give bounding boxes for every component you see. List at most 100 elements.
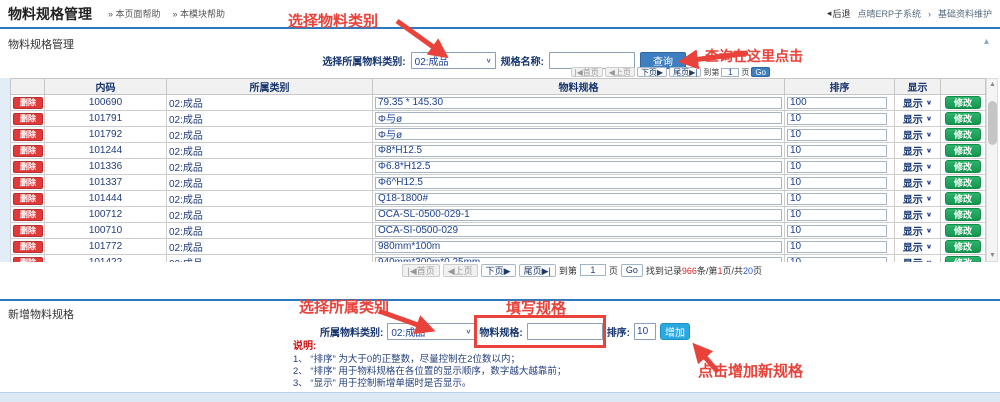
last-page-button[interactable]: 尾页▶| [519, 264, 556, 277]
row-code: 100712 [45, 207, 167, 223]
row-spec-input[interactable] [375, 97, 782, 109]
row-sort-input[interactable] [787, 241, 887, 253]
collapse-panel-icon[interactable]: ▴ [984, 36, 989, 47]
row-spec-input[interactable] [375, 209, 782, 221]
row-display-select[interactable]: 显示∨ [897, 223, 938, 238]
delete-button[interactable]: 删除 [13, 97, 43, 109]
row-spec-input[interactable] [375, 112, 782, 124]
row-display-select[interactable]: 显示∨ [897, 127, 938, 142]
row-sort-input[interactable] [787, 97, 887, 109]
goto-page-input[interactable] [580, 264, 606, 276]
modify-button[interactable]: 修改 [945, 96, 981, 109]
delete-button[interactable]: 删除 [13, 209, 43, 221]
next-page-button[interactable]: 下页▶ [637, 67, 667, 77]
breadcrumb-system-link[interactable]: 点晴ERP子系统 [857, 7, 921, 20]
pagination-top: |◀首页 ◀上页 下页▶ 尾页▶| 到第 页 Go [0, 67, 770, 77]
row-spec-input[interactable] [375, 128, 782, 140]
modify-button[interactable]: 修改 [945, 144, 981, 157]
row-sort-input[interactable] [787, 113, 887, 125]
row-display-select[interactable]: 显示∨ [897, 207, 938, 222]
row-spec-input[interactable] [375, 193, 782, 205]
table-row: 删除 101772 02:成品 显示∨ 修改 [11, 239, 986, 255]
goto-page-input[interactable] [721, 68, 739, 77]
delete-button[interactable]: 删除 [13, 225, 43, 237]
row-spec-input[interactable] [375, 241, 782, 253]
modify-button[interactable]: 修改 [945, 192, 981, 205]
row-category: 02:成品 [167, 207, 373, 223]
modify-button[interactable]: 修改 [945, 224, 981, 237]
row-spec-input[interactable] [375, 225, 782, 237]
go-button[interactable]: Go [751, 67, 770, 77]
row-spec-input[interactable] [375, 161, 782, 173]
modify-button[interactable]: 修改 [945, 160, 981, 173]
row-display-select[interactable]: 显示∨ [897, 239, 938, 254]
row-code: 101337 [45, 175, 167, 191]
prev-page-button[interactable]: ◀上页 [605, 67, 635, 77]
row-display-select[interactable]: 显示∨ [897, 111, 938, 126]
back-button[interactable]: ◂后退 [827, 7, 851, 20]
add-button[interactable]: 增加 [660, 323, 690, 340]
scroll-up-icon[interactable]: ▲ [987, 79, 998, 90]
first-page-button[interactable]: |◀首页 [571, 67, 603, 77]
row-sort-input[interactable] [787, 129, 887, 141]
row-sort-input[interactable] [787, 145, 887, 157]
delete-button[interactable]: 删除 [13, 161, 43, 173]
next-page-button[interactable]: 下页▶ [481, 264, 516, 277]
delete-button[interactable]: 删除 [13, 193, 43, 205]
row-spec-input[interactable] [375, 257, 782, 263]
prev-page-button[interactable]: ◀上页 [443, 264, 478, 277]
modify-button[interactable]: 修改 [945, 240, 981, 253]
annotation-click-add: 点击增加新规格 [698, 360, 803, 381]
scrollbar-thumb[interactable] [988, 101, 997, 145]
form-sort-input[interactable] [634, 323, 656, 340]
row-display-select[interactable]: 显示∨ [897, 191, 938, 206]
row-display-select[interactable]: 显示∨ [897, 175, 938, 190]
row-display-select[interactable]: 显示∨ [897, 159, 938, 174]
bottom-band [0, 392, 1000, 402]
row-spec-input[interactable] [375, 177, 782, 189]
delete-button[interactable]: 删除 [13, 177, 43, 189]
delete-button[interactable]: 删除 [13, 241, 43, 253]
vertical-scrollbar[interactable]: ▲ ▼ [986, 78, 998, 262]
annotation-pick-category-top: 选择物料类别 [288, 10, 378, 31]
spec-table: 内码 所属类别 物料规格 排序 显示 删除 100690 02:成品 显示∨ 修… [10, 78, 986, 262]
category-filter-select[interactable]: 02:成品 ∨ [411, 52, 496, 69]
col-header-code: 内码 [45, 79, 167, 95]
table-row: 删除 101244 02:成品 显示∨ 修改 [11, 143, 986, 159]
row-category: 02:成品 [167, 111, 373, 127]
modify-button[interactable]: 修改 [945, 256, 981, 262]
row-sort-input[interactable] [787, 209, 887, 221]
first-page-button[interactable]: |◀首页 [402, 264, 439, 277]
delete-button[interactable]: 删除 [13, 113, 43, 125]
module-help-link[interactable]: » 本模块帮助 [173, 7, 226, 20]
row-display-select[interactable]: 显示∨ [897, 143, 938, 158]
page-title: 物料规格管理 [8, 4, 92, 24]
modify-button[interactable]: 修改 [945, 176, 981, 189]
form-category-select[interactable]: 02:成品 ∨ [387, 323, 475, 340]
row-sort-input[interactable] [787, 225, 887, 237]
chevron-down-icon: ∨ [926, 211, 933, 218]
go-button[interactable]: Go [621, 264, 643, 277]
modify-button[interactable]: 修改 [945, 128, 981, 141]
delete-button[interactable]: 删除 [13, 129, 43, 141]
section-divider [0, 299, 1000, 301]
row-display-select[interactable]: 显示∨ [897, 255, 938, 262]
row-sort-input[interactable] [787, 257, 887, 263]
last-page-button[interactable]: 尾页▶| [669, 67, 701, 77]
row-sort-input[interactable] [787, 161, 887, 173]
delete-button[interactable]: 删除 [13, 257, 43, 263]
row-spec-input[interactable] [375, 145, 782, 157]
page-help-link[interactable]: » 本页面帮助 [108, 7, 161, 20]
row-sort-input[interactable] [787, 193, 887, 205]
row-display-select[interactable]: 显示∨ [897, 95, 938, 110]
note-item: 3、 “显示” 用于控制新增单据时是否显示。 [293, 378, 566, 390]
row-sort-input[interactable] [787, 177, 887, 189]
delete-button[interactable]: 删除 [13, 145, 43, 157]
table-row: 删除 101444 02:成品 显示∨ 修改 [11, 191, 986, 207]
modify-button[interactable]: 修改 [945, 208, 981, 221]
scroll-down-icon[interactable]: ▼ [987, 250, 998, 261]
goto-page-label: 到第 [703, 67, 719, 78]
breadcrumb-section-link[interactable]: 基础资料维护 [938, 7, 992, 20]
modify-button[interactable]: 修改 [945, 112, 981, 125]
chevron-down-icon: ∨ [926, 259, 933, 262]
